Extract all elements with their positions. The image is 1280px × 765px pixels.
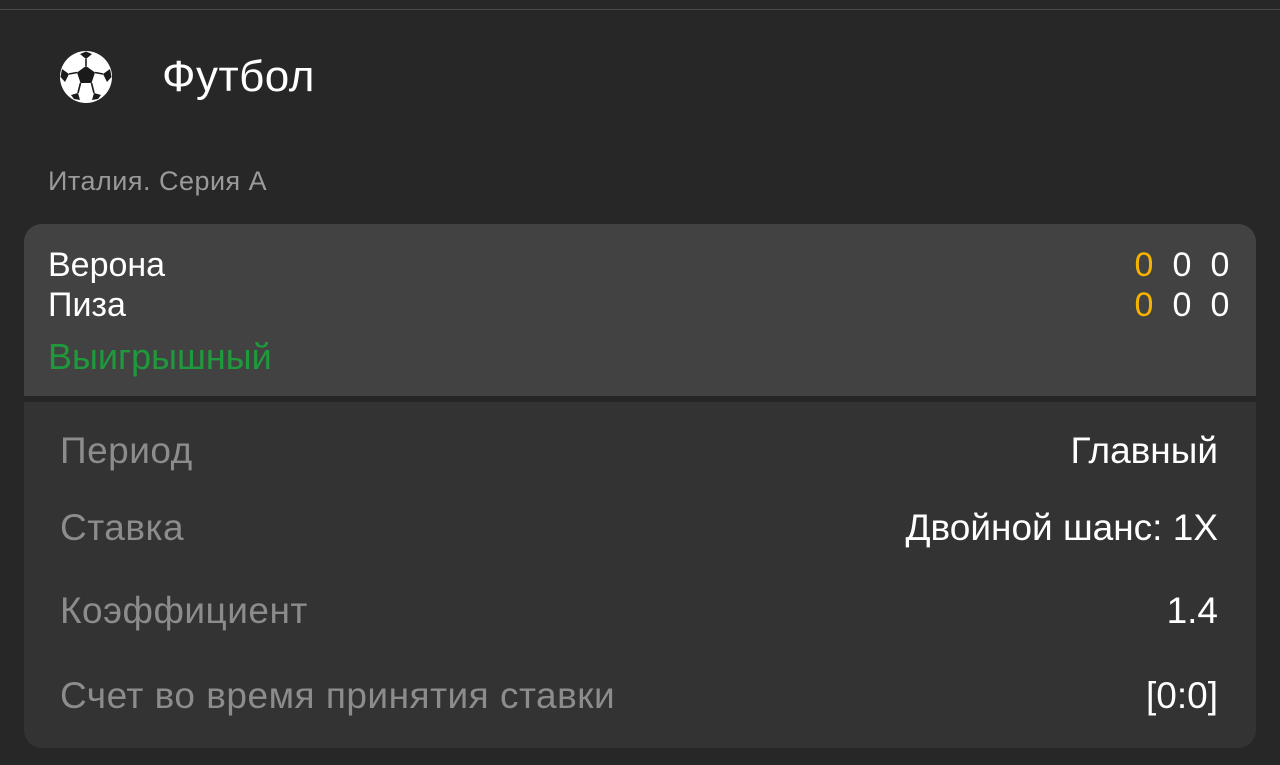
home-scores: 0 0 0: [1134, 246, 1230, 285]
detail-row-period: Период Главный: [60, 429, 1218, 473]
detail-value: Главный: [1070, 430, 1218, 471]
detail-value: 1.4: [1166, 590, 1218, 631]
detail-label: Ставка: [60, 507, 185, 548]
detail-row-score-at-bet: Счет во время принятия ставки [0:0]: [60, 674, 1218, 718]
detail-value: Двойной шанс: 1X: [905, 507, 1218, 548]
sport-title: Футбол: [162, 52, 315, 101]
team-home-name: Верона: [48, 246, 166, 284]
away-score-current: 0: [1134, 286, 1154, 324]
home-score-current: 0: [1134, 246, 1154, 284]
detail-label: Коэффициент: [60, 590, 308, 631]
soccer-ball-icon: [58, 49, 114, 105]
bet-card: Верона Пиза Выигрышный 0 0 0 0 0 0 Перио…: [24, 224, 1256, 748]
bet-detail-screen: Футбол Италия. Серия А Верона Пиза Выигр…: [0, 0, 1280, 765]
detail-label: Счет во время принятия ставки: [60, 675, 616, 716]
bet-status: Выигрышный: [48, 336, 272, 377]
home-score-period-2: 0: [1210, 246, 1230, 284]
card-divider: [24, 396, 1256, 402]
away-scores: 0 0 0: [1134, 286, 1230, 325]
top-divider: [0, 9, 1280, 10]
detail-row-odds: Коэффициент 1.4: [60, 589, 1218, 633]
league-name: Италия. Серия А: [48, 166, 268, 196]
sport-header: Футбол: [58, 47, 315, 107]
away-score-period-2: 0: [1210, 286, 1230, 324]
away-score-period-1: 0: [1172, 286, 1192, 324]
team-away-name: Пиза: [48, 286, 126, 324]
detail-label: Период: [60, 430, 193, 471]
home-score-period-1: 0: [1172, 246, 1192, 284]
detail-row-bet: Ставка Двойной шанс: 1X: [60, 506, 1218, 550]
match-summary[interactable]: Верона Пиза Выигрышный 0 0 0 0 0 0: [24, 224, 1256, 396]
detail-value: [0:0]: [1146, 675, 1218, 716]
